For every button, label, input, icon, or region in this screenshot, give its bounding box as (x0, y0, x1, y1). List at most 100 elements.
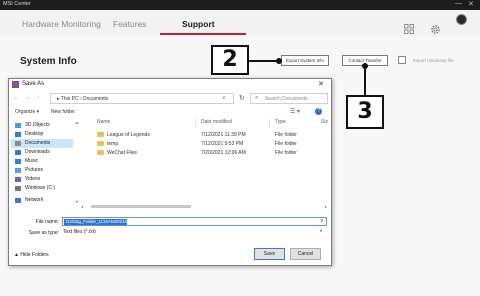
file-type: File folder (275, 132, 297, 138)
file-date: 7/20/2021 12:06 AM (201, 150, 246, 156)
sidebar-item-label: Network (25, 197, 44, 203)
hide-folders-button[interactable]: ▲ Hide Folders (14, 252, 49, 258)
chevron-down-icon[interactable]: ∨ (320, 218, 324, 224)
scrollbar-thumb[interactable] (91, 205, 191, 208)
callout-3-dot (362, 63, 368, 69)
download-icon (15, 150, 21, 155)
scroll-right-icon[interactable]: ▸ (325, 204, 327, 209)
table-row[interactable]: League of Legends 7/12/2021 11:39 PM Fil… (81, 130, 326, 139)
cube-icon (15, 123, 21, 128)
sidebar-item-label: Pictures (25, 167, 44, 173)
file-name: temp (107, 141, 119, 147)
dialog-close-button[interactable]: ✕ (318, 80, 324, 88)
column-header-name[interactable]: Name (97, 119, 110, 125)
sidebar-item-videos[interactable]: Videos (11, 175, 73, 184)
file-date: 7/12/2021 11:39 PM (201, 132, 246, 138)
file-name-field[interactable]: DxDiag_Folder_1115AM20210720 ∨ (62, 217, 327, 226)
scroll-left-icon[interactable]: ◂ (81, 204, 83, 209)
save-as-type-value: Text files (*.txt) (63, 229, 96, 235)
desktop-icon (15, 132, 21, 137)
sidebar-item-documents[interactable]: Documents (11, 139, 73, 148)
export-minidump-checkbox[interactable] (398, 56, 406, 64)
command-bar: Organize ▾ New folder ☰ ▾ ? (9, 107, 331, 118)
sidebar-item-label: Downloads (25, 149, 50, 155)
network-icon (15, 198, 21, 203)
sidebar-item-label: Desktop (25, 131, 44, 137)
column-separator (195, 119, 196, 127)
callout-2-dot (276, 58, 282, 64)
table-row[interactable]: WeChat Files 7/20/2021 12:06 AM File fol… (81, 148, 326, 157)
help-icon[interactable]: ? (315, 108, 322, 115)
table-row[interactable]: temp 7/12/2021 9:53 PM File folder (81, 139, 326, 148)
dialog-title: Save As (22, 81, 45, 87)
chevron-down-icon[interactable]: ∨ (319, 228, 323, 234)
active-tab-underline (160, 33, 246, 35)
sidebar-item-label: Music (25, 158, 39, 164)
file-type: File folder (275, 141, 297, 147)
close-button[interactable]: ✕ (468, 0, 474, 8)
column-header-size[interactable]: Siz (321, 119, 328, 125)
callout-3-line (364, 66, 366, 95)
tab-features[interactable]: Features (113, 19, 147, 29)
horizontal-scrollbar[interactable] (81, 204, 331, 210)
column-header-date[interactable]: Date modified (201, 119, 232, 125)
navigation-pane: 3D Objects Desktop Documents Downloads M… (9, 119, 79, 207)
refresh-icon[interactable]: ↻ (239, 94, 245, 102)
tab-support[interactable]: Support (182, 19, 215, 29)
app-icon (12, 81, 19, 88)
file-name: League of Legends (107, 132, 150, 138)
export-system-info-button[interactable]: Export System Info (281, 55, 329, 66)
file-type: File folder (275, 150, 297, 156)
export-minidump-label: Export minidump file (413, 58, 454, 63)
sidebar-item-label: Documents (25, 140, 51, 146)
search-icon: ⌕ (255, 95, 259, 101)
organize-button[interactable]: Organize ▾ (15, 109, 39, 115)
view-options-icon[interactable]: ☰ ▾ (290, 108, 300, 115)
scroll-up-icon[interactable]: ▲ (75, 120, 79, 125)
address-row: ← → ↑ ▸ This PC › Documents ∨ ↻ ⌕ Search… (9, 92, 331, 106)
music-icon (15, 159, 21, 164)
app-titlebar: MSI Center — ✕ (0, 0, 480, 10)
file-list: Name Date modified Type Siz League of Le… (81, 119, 331, 207)
scroll-down-icon[interactable]: ▼ (75, 199, 79, 204)
save-as-type-label: Save as type: (28, 230, 59, 236)
save-button[interactable]: Save (254, 248, 285, 260)
file-name-label: File name: (35, 219, 59, 225)
sidebar-item-windows-c[interactable]: Windows (C:) (11, 184, 73, 193)
minimize-button[interactable]: — (455, 0, 462, 7)
address-bar[interactable]: ▸ This PC › Documents ∨ (50, 93, 234, 104)
search-placeholder: Search Documents (265, 96, 308, 102)
column-separator (269, 119, 270, 127)
save-as-type-select[interactable]: Text files (*.txt) ∨ (62, 228, 327, 237)
sidebar-item-3d-objects[interactable]: 3D Objects (11, 121, 73, 130)
sidebar-item-desktop[interactable]: Desktop (11, 130, 73, 139)
file-name: WeChat Files (107, 150, 137, 156)
documents-icon (15, 141, 21, 146)
save-as-dialog: Save As ✕ ← → ↑ ▸ This PC › Documents ∨ … (8, 78, 332, 266)
chevron-down-icon[interactable]: ∨ (222, 95, 226, 101)
step-3-callout: 3 (346, 95, 384, 129)
sidebar-item-label: 3D Objects (25, 122, 50, 128)
file-name-value: DxDiag_Folder_1115AM20210720 (64, 219, 127, 225)
drive-icon (15, 186, 21, 191)
tab-hardware-monitoring[interactable]: Hardware Monitoring (22, 19, 101, 29)
sidebar-item-music[interactable]: Music (11, 157, 73, 166)
sidebar-item-label: Videos (25, 176, 41, 182)
sidebar-item-network[interactable]: Network (11, 196, 73, 205)
dialog-footer: ▲ Hide Folders Save Cancel (9, 245, 331, 265)
avatar[interactable] (456, 14, 467, 25)
search-input[interactable]: ⌕ Search Documents (250, 93, 328, 104)
file-date: 7/12/2021 9:53 PM (201, 141, 244, 147)
pictures-icon (15, 168, 21, 173)
app-title: MSI Center (3, 1, 31, 7)
videos-icon (15, 177, 21, 182)
new-folder-button[interactable]: New folder (51, 109, 75, 115)
sidebar-item-downloads[interactable]: Downloads (11, 148, 73, 157)
column-header-type[interactable]: Type (275, 119, 286, 125)
back-forward-up-icon[interactable]: ← → ↑ (13, 95, 41, 101)
sidebar-item-label: Windows (C:) (25, 185, 56, 191)
breadcrumb: ▸ This PC › Documents (57, 96, 109, 102)
cancel-button[interactable]: Cancel (290, 248, 321, 260)
sidebar-item-pictures[interactable]: Pictures (11, 166, 73, 175)
folder-icon (97, 141, 104, 146)
